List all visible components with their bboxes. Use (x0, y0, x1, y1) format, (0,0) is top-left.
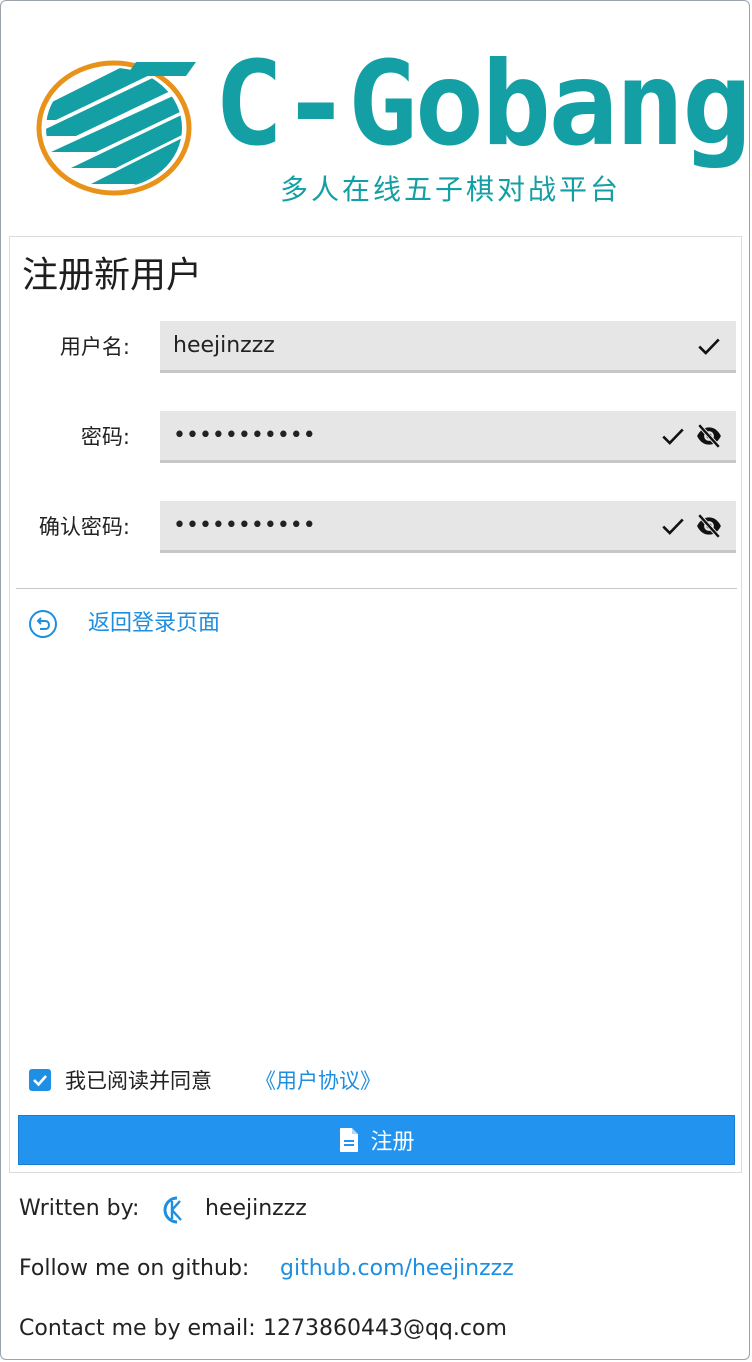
author-name: heejinzzz (205, 1196, 307, 1221)
logo-ball-icon (36, 60, 196, 196)
back-arrow-icon[interactable] (28, 609, 58, 639)
form-title: 注册新用户 (22, 255, 203, 296)
author-avatar-icon (163, 1196, 182, 1224)
user-agreement-link[interactable]: 《用户协议》 (255, 1064, 381, 1098)
check-icon (662, 428, 684, 445)
confirm-password-label: 确认密码: (38, 515, 130, 539)
username-label: 用户名: (59, 335, 130, 359)
username-value: heejinzzz (173, 333, 275, 358)
app-title: C-Gobang (214, 37, 752, 172)
register-button-label: 注册 (370, 1130, 415, 1155)
email-label: Contact me by email: (19, 1316, 256, 1341)
password-field[interactable]: ••••••••••• (160, 411, 736, 463)
github-link[interactable]: github.com/heejinzzz (280, 1252, 514, 1286)
checkmark-icon (33, 1075, 47, 1087)
github-label: Follow me on github: (19, 1256, 250, 1281)
check-icon (662, 518, 684, 535)
written-by-label: Written by: (19, 1196, 140, 1221)
check-icon (698, 338, 720, 355)
back-to-login-link[interactable]: 返回登录页面 (88, 607, 220, 641)
eye-off-icon[interactable] (696, 513, 722, 539)
password-label: 密码: (80, 425, 130, 449)
password-value: ••••••••••• (173, 423, 316, 448)
agree-text: 我已阅读并同意 (65, 1069, 212, 1093)
username-field[interactable]: heejinzzz (160, 321, 736, 373)
form-divider (16, 588, 737, 589)
agree-checkbox[interactable] (29, 1069, 51, 1091)
app-subtitle: 多人在线五子棋对战平台 (280, 173, 622, 206)
eye-off-icon[interactable] (696, 423, 722, 449)
confirm-password-field[interactable]: ••••••••••• (160, 501, 736, 553)
register-button[interactable]: 注册 (18, 1115, 735, 1165)
register-card: 注册新用户 用户名: heejinzzz 密码: ••••••••••• 确认密… (9, 236, 742, 1173)
email-address: 1273860443@qq.com (263, 1316, 507, 1341)
document-icon (340, 1128, 359, 1152)
confirm-password-value: ••••••••••• (173, 513, 316, 538)
